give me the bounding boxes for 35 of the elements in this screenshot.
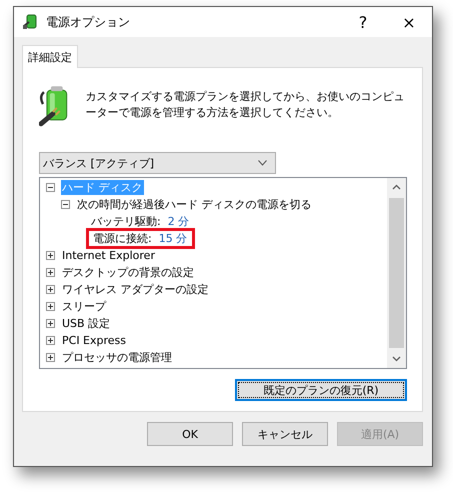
setting-label: バッテリ駆動:	[90, 214, 162, 229]
expand-icon[interactable]	[46, 336, 55, 345]
collapse-icon[interactable]	[46, 183, 55, 192]
description-text: カスタマイズする電源プランを選択してから、お使いのコンピューターで電源を管理する方法を選択してください。	[86, 89, 406, 121]
tree-item[interactable]: USB 設定	[61, 316, 112, 331]
tree-item[interactable]: PCI Express	[61, 334, 128, 347]
scrollbar[interactable]	[387, 178, 406, 368]
chevron-down-icon	[258, 160, 267, 166]
setting-value-link[interactable]: 2 分	[168, 214, 190, 229]
setting-value-link[interactable]: 15 分	[158, 231, 188, 246]
help-button[interactable]: ?	[340, 12, 386, 32]
plan-dropdown[interactable]: バランス [アクティブ]	[39, 152, 276, 174]
scroll-down-icon[interactable]	[392, 356, 401, 362]
expand-icon[interactable]	[46, 285, 55, 294]
expand-icon[interactable]	[46, 319, 55, 328]
tree-item[interactable]: スリープ	[61, 299, 107, 314]
setting-label: 電源に接続:	[92, 231, 153, 246]
tree-item[interactable]: Internet Explorer	[61, 249, 156, 262]
expand-icon[interactable]	[46, 353, 55, 362]
tree-item[interactable]: デスクトップの背景の設定	[61, 265, 195, 280]
tree-item[interactable]: 次の時間が経過後ハード ディスクの電源を切る	[76, 197, 312, 212]
collapse-icon[interactable]	[61, 200, 70, 209]
dialog-button[interactable]: OK	[147, 422, 233, 446]
scroll-up-icon[interactable]	[392, 184, 401, 190]
expand-icon[interactable]	[46, 251, 55, 260]
dialog-button[interactable]: キャンセル	[242, 422, 328, 446]
close-button[interactable]: ×	[386, 12, 432, 32]
window-title: 電源オプション	[46, 14, 131, 30]
tab[interactable]: 詳細設定	[22, 45, 78, 68]
tree-item[interactable]: ワイヤレス アダプターの設定	[61, 282, 210, 297]
tree-item[interactable]: プロセッサの電源管理	[61, 350, 173, 365]
expand-icon[interactable]	[46, 302, 55, 311]
expand-icon[interactable]	[46, 268, 55, 277]
restore-defaults-button[interactable]: 既定のプランの復元(R)	[235, 379, 407, 401]
scroll-thumb[interactable]	[389, 198, 404, 348]
